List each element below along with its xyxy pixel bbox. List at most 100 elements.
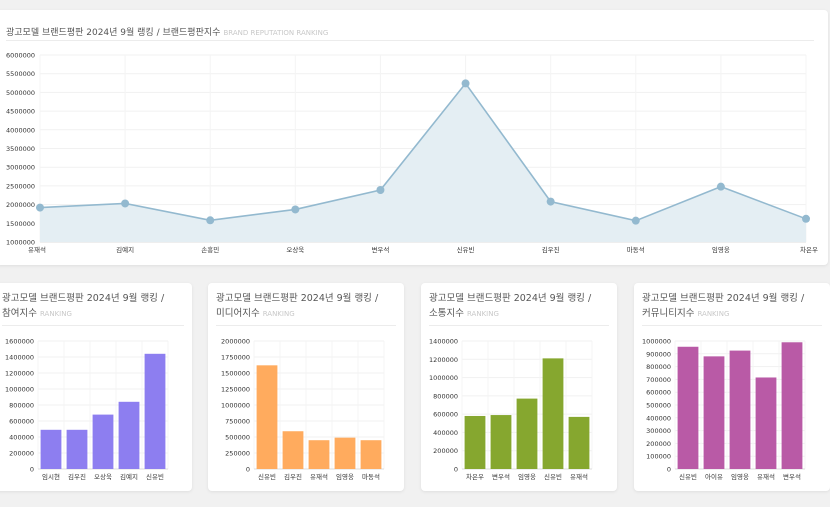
x-tick-label: 임시현 <box>42 473 60 481</box>
x-tick-label: 김우진 <box>284 472 302 481</box>
participation-card: 광고모델 브랜드평판 2024년 9월 랭킹 / 참여지수 RANKING 1600… <box>0 283 192 491</box>
x-tick-label: 신유빈 <box>544 472 562 481</box>
y-tick-label: 1750000 <box>221 354 250 362</box>
y-tick-label: 3000000 <box>6 164 35 172</box>
x-tick-label: 아이유 <box>705 472 723 481</box>
y-tick-label: 900000 <box>646 350 671 358</box>
y-tick-label: 100000 <box>646 453 671 461</box>
communication-card: 광고모델 브랜드평판 2024년 9월 랭킹 / 소통지수 RANKING 1400… <box>421 283 617 491</box>
bar <box>256 365 278 469</box>
data-point <box>461 79 470 88</box>
y-tick-label: 200000 <box>646 440 671 448</box>
x-tick-label: 마동석 <box>362 472 380 481</box>
bar <box>490 415 512 469</box>
y-tick-label: 200000 <box>9 450 34 458</box>
communication-chart: 1400000 1200000 1000000 800000 600000 400000 2… <box>429 338 593 481</box>
y-tick-label: 1250000 <box>221 386 250 394</box>
data-point <box>291 205 300 214</box>
x-tick-label: 신유빈 <box>146 472 164 481</box>
y-tick-label: 6000000 <box>6 52 35 60</box>
bar <box>516 398 538 469</box>
x-tick-label: 변우석 <box>492 472 510 481</box>
y-tick-label: 2000000 <box>6 201 35 209</box>
x-tick-label: 임영웅 <box>336 472 354 481</box>
bar <box>334 437 356 469</box>
y-tick-label: 1500000 <box>6 220 35 228</box>
community-card: 광고모델 브랜드평판 2024년 9월 랭킹 / 커뮤니티지수 RANKING 10… <box>634 283 830 491</box>
y-tick-label: 5500000 <box>6 70 35 78</box>
y-tick-label: 1400000 <box>5 354 34 362</box>
x-tick-label: 차은우 <box>800 245 818 254</box>
y-tick-label: 5000000 <box>6 89 35 97</box>
y-tick-label: 0 <box>454 466 458 474</box>
bar <box>677 346 699 469</box>
x-tick-label: 손흥민 <box>201 245 219 254</box>
y-tick-label: 600000 <box>433 411 458 419</box>
x-tick-label: 임영웅 <box>731 472 749 481</box>
y-tick-label: 250000 <box>225 450 250 458</box>
x-tick-label: 신유빈 <box>679 472 697 481</box>
y-tick-label: 750000 <box>225 418 250 426</box>
y-tick-label: 600000 <box>9 418 34 426</box>
data-point <box>36 203 44 212</box>
bar <box>781 342 803 469</box>
brand-reputation-card: 광고모델 브랜드평판 2024년 9월 랭킹 / 브랜드평판지수 BRAND RE… <box>0 10 828 265</box>
bar <box>568 416 590 469</box>
bar <box>40 429 62 469</box>
x-tick-label: 유재석 <box>757 472 775 481</box>
x-tick-label: 신유빈 <box>258 472 276 481</box>
y-tick-label: 1200000 <box>429 356 458 364</box>
x-tick-label: 김우진 <box>542 245 560 254</box>
bar <box>360 440 382 469</box>
data-point <box>716 182 725 191</box>
x-tick-label: 김예지 <box>116 245 134 254</box>
y-tick-label: 0 <box>246 466 250 474</box>
x-tick-label: 차은우 <box>466 472 484 481</box>
x-tick-label: 김예지 <box>120 472 138 481</box>
x-tick-label: 임영웅 <box>518 472 536 481</box>
y-tick-label: 800000 <box>9 402 34 410</box>
y-tick-label: 1000000 <box>221 402 250 410</box>
y-tick-label: 0 <box>667 466 671 474</box>
y-tick-label: 1000000 <box>642 338 671 346</box>
data-point <box>206 216 215 225</box>
y-tick-label: 0 <box>30 466 34 474</box>
y-tick-label: 400000 <box>433 429 458 437</box>
x-tick-label: 유재석 <box>310 472 328 481</box>
y-tick-label: 300000 <box>646 427 671 435</box>
media-chart: 2000000 1750000 1500000 1250000 1000000 75000… <box>221 338 385 481</box>
x-tick-label: 임영웅 <box>712 245 730 254</box>
x-tick-label: 김우진 <box>68 472 86 481</box>
y-tick-label: 700000 <box>646 376 671 384</box>
data-point <box>802 214 810 223</box>
bar <box>66 429 88 469</box>
data-point <box>631 216 640 225</box>
y-tick-label: 4500000 <box>6 108 35 116</box>
community-chart: 1000000900000800000700000600000500000400… <box>642 338 806 481</box>
x-tick-label: 오상욱 <box>94 472 112 481</box>
y-tick-label: 800000 <box>433 392 458 400</box>
x-tick-label: 유재석 <box>570 472 588 481</box>
y-tick-label: 500000 <box>646 402 671 410</box>
x-tick-label: 변우석 <box>371 245 389 254</box>
participation-chart: 1600000 1400000 1200000 1000000 800000 600000… <box>5 338 169 481</box>
bar <box>282 431 304 469</box>
y-tick-label: 600000 <box>646 389 671 397</box>
y-tick-label: 2000000 <box>221 338 250 346</box>
bar <box>729 350 751 469</box>
y-tick-label: 400000 <box>646 414 671 422</box>
y-tick-label: 2500000 <box>6 182 35 190</box>
x-tick-label: 변우석 <box>783 472 801 481</box>
y-tick-label: 500000 <box>225 434 250 442</box>
y-tick-label: 3500000 <box>6 145 35 153</box>
y-tick-label: 1000000 <box>5 386 34 394</box>
bar <box>703 356 725 469</box>
series-area <box>40 83 806 242</box>
y-tick-label: 200000 <box>433 447 458 455</box>
x-tick-label: 신유빈 <box>457 245 475 254</box>
data-point <box>121 199 130 208</box>
y-tick-label: 1500000 <box>221 370 250 378</box>
bar <box>464 415 486 469</box>
y-tick-label: 400000 <box>9 434 34 442</box>
brand-reputation-chart: 6000000 5500000 5000000 4500000 4000000 35000… <box>6 52 818 255</box>
